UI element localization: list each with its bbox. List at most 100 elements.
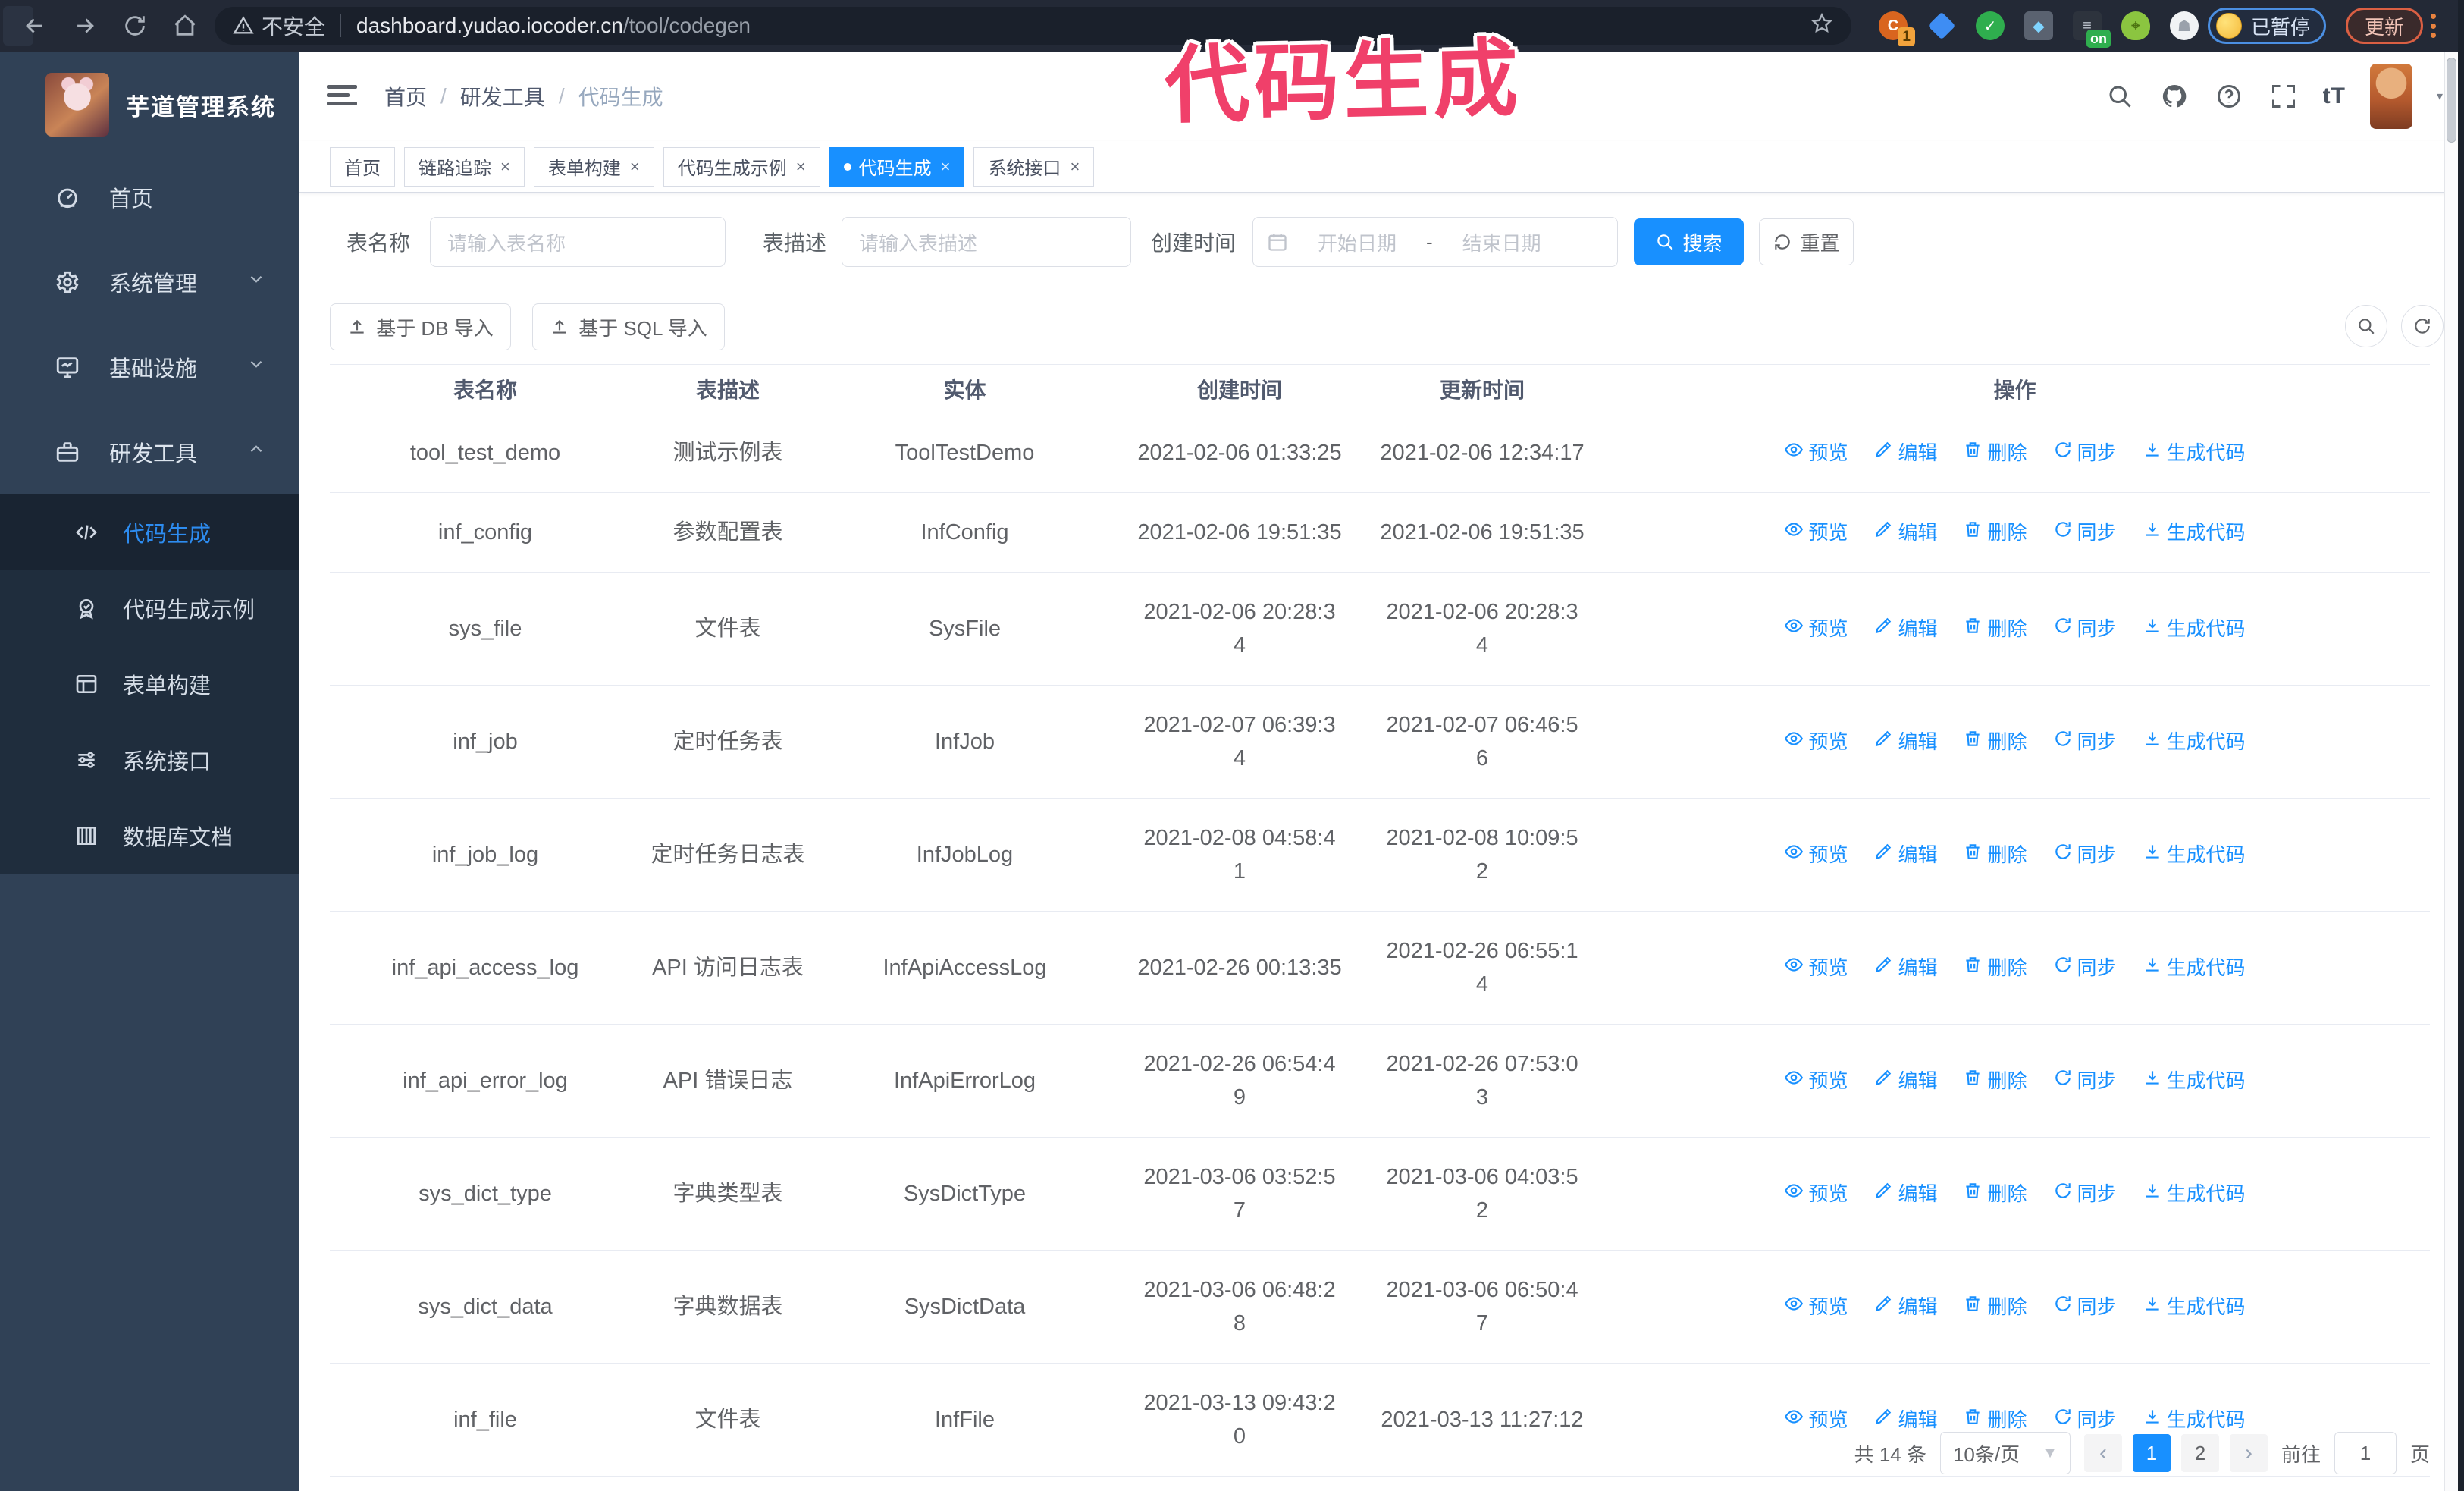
action-delete-link[interactable]: 删除 — [1963, 1177, 2027, 1210]
action-edit-link[interactable]: 编辑 — [1873, 1064, 1937, 1097]
action-edit-link[interactable]: 编辑 — [1873, 436, 1937, 469]
tab-1[interactable]: 链路追踪 × — [404, 146, 525, 187]
tab-close-icon[interactable]: × — [500, 157, 510, 177]
action-delete-link[interactable]: 删除 — [1963, 516, 2027, 549]
action-delete-link[interactable]: 删除 — [1963, 612, 2027, 645]
help-icon[interactable] — [2214, 81, 2244, 111]
tab-2[interactable]: 表单构建 × — [533, 146, 654, 187]
action-edit-link[interactable]: 编辑 — [1873, 516, 1937, 549]
action-preview-link[interactable]: 预览 — [1784, 516, 1848, 549]
action-generate-code-link[interactable]: 生成代码 — [2143, 1064, 2246, 1097]
action-generate-code-link[interactable]: 生成代码 — [2143, 838, 2246, 871]
submenu-item-1[interactable]: 代码生成示例 — [0, 570, 299, 646]
action-delete-link[interactable]: 删除 — [1963, 725, 2027, 758]
user-avatar[interactable] — [2369, 64, 2412, 129]
tab-close-icon[interactable]: × — [796, 157, 806, 177]
action-preview-link[interactable]: 预览 — [1784, 838, 1848, 871]
sidebar-item-1[interactable]: 系统管理 — [0, 240, 299, 325]
address-bar[interactable]: 不安全 dashboard.yudao.iocoder.cn/tool/code… — [215, 7, 1851, 45]
tab-close-icon[interactable]: × — [941, 157, 951, 177]
action-generate-code-link[interactable]: 生成代码 — [2143, 436, 2246, 469]
action-delete-link[interactable]: 删除 — [1963, 1064, 2027, 1097]
fullscreen-icon[interactable] — [2268, 81, 2299, 111]
action-generate-code-link[interactable]: 生成代码 — [2143, 516, 2246, 549]
action-edit-link[interactable]: 编辑 — [1873, 612, 1937, 645]
prev-page-button[interactable]: ‹ — [2083, 1434, 2122, 1472]
tab-0[interactable]: 首页 — [330, 146, 395, 187]
tab-5[interactable]: 系统接口 × — [973, 146, 1095, 187]
refresh-table-button[interactable] — [2401, 305, 2444, 347]
extension-switch-icon[interactable]: ≡ on — [2073, 11, 2111, 48]
action-sync-link[interactable]: 同步 — [2053, 838, 2117, 871]
action-edit-link[interactable]: 编辑 — [1873, 1177, 1937, 1210]
goto-page-input[interactable]: 1 — [2334, 1432, 2397, 1474]
action-delete-link[interactable]: 删除 — [1963, 951, 2027, 984]
action-sync-link[interactable]: 同步 — [2053, 725, 2117, 758]
action-sync-link[interactable]: 同步 — [2053, 1290, 2117, 1323]
action-preview-link[interactable]: 预览 — [1784, 1064, 1848, 1097]
extension-orange-icon[interactable]: C 1 — [1879, 11, 1915, 46]
browser-back-icon[interactable] — [20, 11, 50, 41]
action-preview-link[interactable]: 预览 — [1784, 612, 1848, 645]
collapse-menu-icon[interactable] — [327, 80, 360, 111]
action-sync-link[interactable]: 同步 — [2053, 612, 2117, 645]
sidebar-item-3[interactable]: 研发工具 — [0, 410, 299, 494]
table-desc-input[interactable]: 请输入表描述 — [842, 217, 1131, 267]
avatar-caret-icon[interactable]: ▾ — [2437, 89, 2443, 104]
tab-3[interactable]: 代码生成示例 × — [663, 146, 820, 187]
extension-gem-icon[interactable] — [1927, 11, 1956, 40]
action-edit-link[interactable]: 编辑 — [1873, 1290, 1937, 1323]
submenu-item-0[interactable]: 代码生成 — [0, 494, 299, 570]
import-db-button[interactable]: 基于 DB 导入 — [330, 303, 511, 350]
reset-button[interactable]: 重置 — [1759, 218, 1854, 265]
breadcrumb-devtools[interactable]: 研发工具 — [460, 81, 545, 111]
date-range-picker[interactable]: 开始日期 - 结束日期 — [1252, 217, 1618, 267]
search-icon[interactable] — [2105, 81, 2135, 111]
bookmark-star-icon[interactable] — [1810, 12, 1833, 40]
action-sync-link[interactable]: 同步 — [2053, 1177, 2117, 1210]
action-preview-link[interactable]: 预览 — [1784, 436, 1848, 469]
page-button-1[interactable]: 1 — [2132, 1434, 2171, 1472]
action-generate-code-link[interactable]: 生成代码 — [2143, 951, 2246, 984]
next-page-button[interactable]: › — [2229, 1434, 2268, 1472]
start-date-placeholder[interactable]: 开始日期 — [1300, 228, 1414, 256]
action-generate-code-link[interactable]: 生成代码 — [2143, 725, 2246, 758]
action-delete-link[interactable]: 删除 — [1963, 838, 2027, 871]
table-name-input[interactable]: 请输入表名称 — [430, 217, 726, 267]
submenu-item-3[interactable]: 系统接口 — [0, 722, 299, 798]
profile-paused-badge[interactable]: 已暂停 — [2208, 8, 2327, 44]
action-preview-link[interactable]: 预览 — [1784, 725, 1848, 758]
browser-update-button[interactable]: 更新 — [2346, 8, 2424, 44]
action-edit-link[interactable]: 编辑 — [1873, 838, 1937, 871]
extension-paw-icon[interactable]: ☗ — [2170, 11, 2199, 40]
extension-check-icon[interactable]: ✓ — [1976, 11, 2005, 40]
browser-home-icon[interactable] — [170, 11, 200, 41]
browser-forward-icon[interactable] — [70, 11, 100, 41]
action-delete-link[interactable]: 删除 — [1963, 1290, 2027, 1323]
toggle-search-button[interactable] — [2345, 305, 2387, 347]
submenu-item-2[interactable]: 表单构建 — [0, 646, 299, 722]
page-size-select[interactable]: 10条/页 ▼ — [1939, 1432, 2071, 1474]
action-preview-link[interactable]: 预览 — [1784, 951, 1848, 984]
sidebar-item-2[interactable]: 基础设施 — [0, 325, 299, 410]
action-delete-link[interactable]: 删除 — [1963, 436, 2027, 469]
browser-reload-icon[interactable] — [120, 11, 150, 41]
action-generate-code-link[interactable]: 生成代码 — [2143, 612, 2246, 645]
action-preview-link[interactable]: 预览 — [1784, 1290, 1848, 1323]
submenu-item-4[interactable]: 数据库文档 — [0, 798, 299, 874]
action-edit-link[interactable]: 编辑 — [1873, 951, 1937, 984]
action-edit-link[interactable]: 编辑 — [1873, 725, 1937, 758]
breadcrumb-home[interactable]: 首页 — [384, 81, 427, 111]
action-generate-code-link[interactable]: 生成代码 — [2143, 1290, 2246, 1323]
action-preview-link[interactable]: 预览 — [1784, 1177, 1848, 1210]
action-sync-link[interactable]: 同步 — [2053, 436, 2117, 469]
app-logo[interactable]: 芋道管理系统 — [0, 52, 299, 155]
tab-close-icon[interactable]: × — [630, 157, 640, 177]
page-button-2[interactable]: 2 — [2180, 1434, 2219, 1472]
extension-grid-icon[interactable]: ◆ — [2024, 11, 2053, 40]
end-date-placeholder[interactable]: 结束日期 — [1445, 228, 1559, 256]
action-sync-link[interactable]: 同步 — [2053, 951, 2117, 984]
browser-menu-icon[interactable] — [2426, 11, 2440, 41]
extension-android-icon[interactable]: ⌖ — [2121, 11, 2150, 40]
scrollbar-thumb[interactable] — [2447, 58, 2456, 143]
